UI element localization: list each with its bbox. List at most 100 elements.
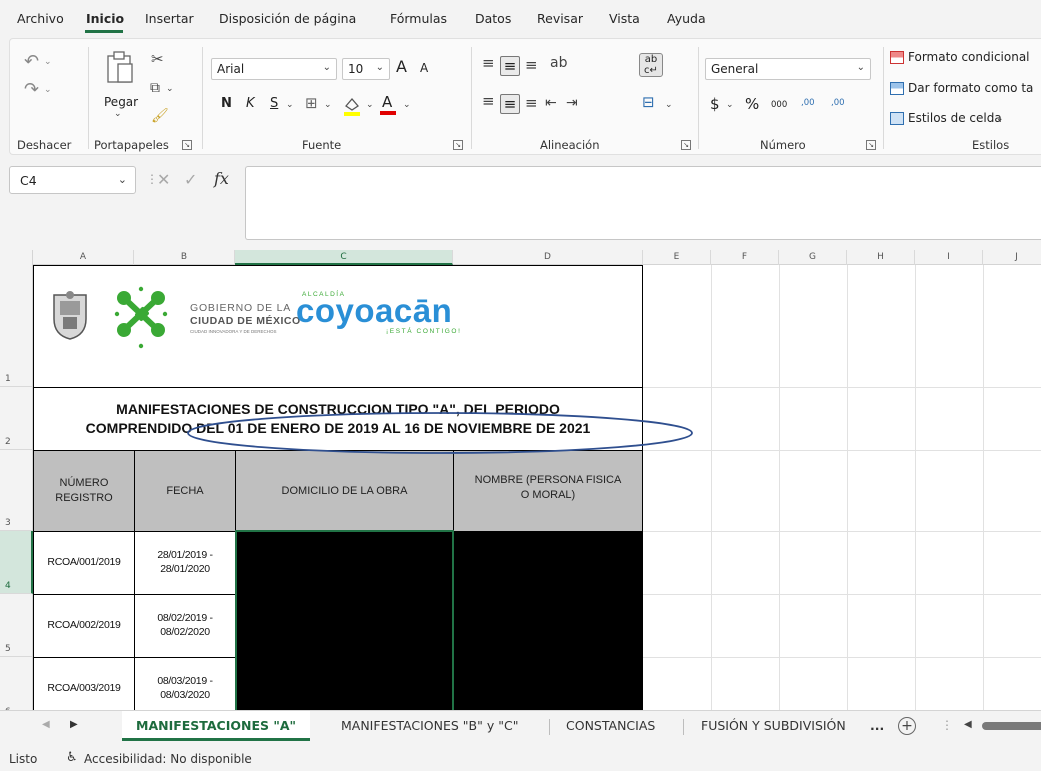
menu-archivo[interactable]: Archivo <box>17 11 64 26</box>
column-header-b[interactable]: B <box>134 250 235 265</box>
column-header-f[interactable]: F <box>711 250 779 265</box>
row-header-1[interactable]: 1 <box>0 265 33 387</box>
row-header-4[interactable]: 4 <box>0 531 33 594</box>
row-header-5[interactable]: 5 <box>0 594 33 657</box>
header-nombre[interactable]: NOMBRE (PERSONA FISICA O MORAL) <box>453 450 643 532</box>
name-box[interactable]: C4 ⌄ <box>9 166 136 194</box>
sheet-tab-manifestaciones-bc[interactable]: MANIFESTACIONES "B" y "C" <box>341 711 518 741</box>
align-middle-icon[interactable]: ≡ <box>500 56 520 76</box>
more-sheets-button[interactable]: ... <box>870 711 884 741</box>
copy-dropdown-icon[interactable]: ⌄ <box>166 85 174 94</box>
increase-decimal-button[interactable]: ,00 <box>801 98 815 108</box>
font-launcher-icon[interactable]: ↘ <box>453 140 463 150</box>
header-fecha[interactable]: FECHA <box>134 450 236 532</box>
font-color-dropdown-icon[interactable]: ⌄ <box>403 101 411 110</box>
cell-registro[interactable]: RCOA/002/2019 <box>33 594 135 658</box>
bold-button[interactable]: N <box>221 96 232 111</box>
cell-registro[interactable]: RCOA/003/2019 <box>33 657 135 710</box>
menu-ayuda[interactable]: Ayuda <box>667 11 706 26</box>
sheet-tab-fusion[interactable]: FUSIÓN Y SUBDIVISIÓN <box>701 711 846 741</box>
paste-button[interactable]: Pegar <box>104 95 138 109</box>
merge-center-icon[interactable]: ⊟ <box>642 95 655 110</box>
menu-disposicion[interactable]: Disposición de página <box>219 11 356 26</box>
align-center-icon[interactable]: ≡ <box>500 94 520 114</box>
percent-button[interactable]: % <box>745 95 759 113</box>
scroll-left-icon[interactable]: ◀ <box>964 719 972 730</box>
row-header-2[interactable]: 2 <box>0 387 33 450</box>
fill-color-icon[interactable] <box>342 94 362 116</box>
underline-button[interactable]: S <box>270 96 278 111</box>
font-size-combo[interactable]: 10 ⌄ <box>342 58 390 80</box>
align-right-icon[interactable]: ≡ <box>525 96 538 111</box>
conditional-format-button[interactable]: Formato condicional <box>908 50 1030 64</box>
alignment-launcher-icon[interactable]: ↘ <box>681 140 691 150</box>
column-header-a[interactable]: A <box>33 250 134 265</box>
column-header-e[interactable]: E <box>643 250 711 265</box>
undo-dropdown-icon[interactable]: ⌄ <box>44 58 52 67</box>
currency-dropdown-icon[interactable]: ⌄ <box>726 101 734 110</box>
borders-dropdown-icon[interactable]: ⌄ <box>324 101 332 110</box>
column-header-d[interactable]: D <box>453 250 643 265</box>
sheet-tab-constancias[interactable]: CONSTANCIAS <box>566 711 655 741</box>
align-left-icon[interactable]: ≡ <box>482 94 495 109</box>
row-header-6[interactable]: 6 <box>0 657 33 710</box>
decrease-indent-icon[interactable]: ⇤ <box>545 96 557 110</box>
cell-fecha[interactable]: 28/01/2019 - 28/01/2020 <box>134 531 236 595</box>
grow-font-button[interactable]: A <box>396 57 407 76</box>
formula-input[interactable] <box>245 166 1041 240</box>
select-all-corner[interactable] <box>0 250 33 265</box>
menu-revisar[interactable]: Revisar <box>537 11 583 26</box>
cell-styles-button[interactable]: Estilos de celda <box>908 111 1002 125</box>
cell-styles-dropdown-icon[interactable]: ⌄ <box>996 115 1004 124</box>
menu-datos[interactable]: Datos <box>475 11 511 26</box>
paste-icon[interactable] <box>104 50 136 86</box>
shrink-font-button[interactable]: A <box>420 61 428 75</box>
number-format-combo[interactable]: General ⌄ <box>705 58 871 80</box>
redo-dropdown-icon[interactable]: ⌄ <box>44 86 52 95</box>
font-name-combo[interactable]: Arial ⌄ <box>211 58 337 80</box>
undo-icon[interactable]: ↶ <box>24 53 39 71</box>
add-sheet-button[interactable]: + <box>898 717 916 735</box>
cancel-formula-icon[interactable]: ✕ <box>157 170 170 189</box>
sheet-tab-manifestaciones-a[interactable]: MANIFESTACIONES "A" <box>122 711 311 741</box>
accessibility-icon[interactable]: ♿ <box>66 750 78 765</box>
increase-indent-icon[interactable]: ⇥ <box>566 96 578 110</box>
cell-fecha[interactable]: 08/03/2019 - 08/03/2020 <box>134 657 236 710</box>
next-sheet-icon[interactable]: ▶ <box>70 719 78 730</box>
column-header-i[interactable]: I <box>915 250 983 265</box>
cell-registro[interactable]: RCOA/001/2019 <box>33 531 135 595</box>
currency-button[interactable]: $ <box>710 95 720 113</box>
menu-formulas[interactable]: Fórmulas <box>390 11 447 26</box>
status-accessibility[interactable]: Accesibilidad: No disponible <box>84 752 252 766</box>
cell-fecha[interactable]: 08/02/2019 - 08/02/2020 <box>134 594 236 658</box>
header-domicilio[interactable]: DOMICILIO DE LA OBRA <box>235 450 454 532</box>
align-bottom-icon[interactable]: ≡ <box>525 58 538 73</box>
align-top-icon[interactable]: ≡ <box>482 56 495 71</box>
column-header-j[interactable]: J <box>983 250 1041 265</box>
enter-formula-icon[interactable]: ✓ <box>184 170 197 189</box>
format-as-table-button[interactable]: Dar formato como ta <box>908 81 1033 95</box>
paste-dropdown-icon[interactable]: ⌄ <box>114 110 122 119</box>
column-header-c[interactable]: C <box>235 250 453 265</box>
column-header-h[interactable]: H <box>847 250 915 265</box>
fill-dropdown-icon[interactable]: ⌄ <box>366 101 374 110</box>
menu-insertar[interactable]: Insertar <box>145 11 194 26</box>
tabs-splitter-icon[interactable]: ⋮ <box>941 718 953 732</box>
prev-sheet-icon[interactable]: ◀ <box>42 719 50 730</box>
decrease-decimal-button[interactable]: ,00 <box>831 98 845 108</box>
redo-icon[interactable]: ↷ <box>24 81 39 99</box>
copy-icon[interactable]: ⧉ <box>150 81 160 95</box>
clipboard-launcher-icon[interactable]: ↘ <box>182 140 192 150</box>
number-launcher-icon[interactable]: ↘ <box>866 140 876 150</box>
format-painter-icon[interactable]: 🖌 <box>151 109 169 123</box>
logo-cell[interactable]: GOBIERNO DE LA CIUDAD DE MÉXICO CIUDAD I… <box>33 265 643 388</box>
font-color-button[interactable]: A <box>382 93 392 111</box>
menu-inicio[interactable]: Inicio <box>86 11 124 26</box>
underline-dropdown-icon[interactable]: ⌄ <box>286 101 294 110</box>
header-numero-registro[interactable]: NÚMERO REGISTRO <box>33 450 135 532</box>
row-header-3[interactable]: 3 <box>0 450 33 531</box>
horizontal-scrollbar-thumb[interactable] <box>982 722 1041 730</box>
wrap-text-icon[interactable]: ab c↵ <box>639 53 663 77</box>
insert-function-icon[interactable]: fx <box>214 169 229 188</box>
column-header-g[interactable]: G <box>779 250 847 265</box>
